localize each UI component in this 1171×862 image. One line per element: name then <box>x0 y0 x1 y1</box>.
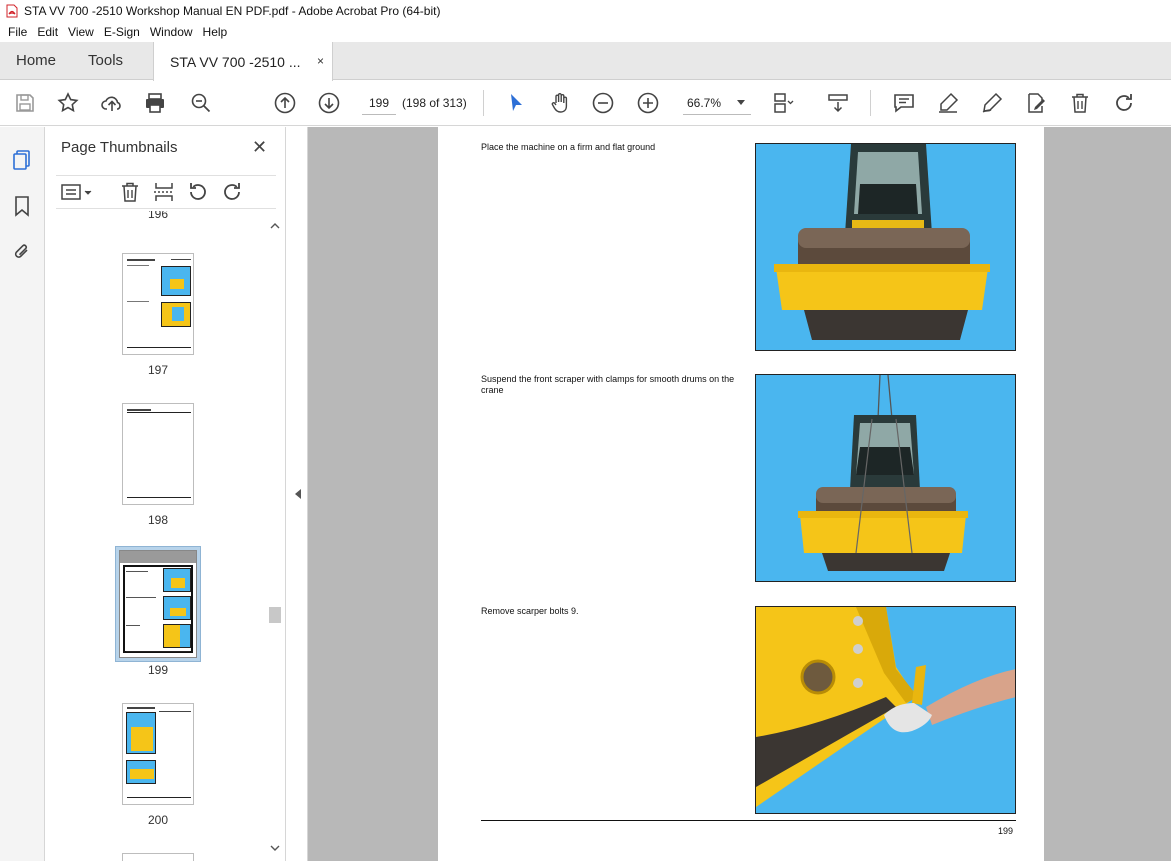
main-toolbar: 199 (198 of 313) 66.7% <box>0 81 1171 126</box>
step-text-3: Remove scarper bolts 9. <box>481 606 579 616</box>
thumbnail-label-198: 198 <box>147 513 169 527</box>
acrobat-icon <box>6 4 18 18</box>
thumbnail-page-200[interactable] <box>122 703 194 805</box>
page-layout-icon[interactable] <box>771 91 795 115</box>
rotate-right-icon[interactable] <box>220 180 244 204</box>
zoom-search-icon[interactable] <box>189 91 213 115</box>
highlight-pen-icon[interactable] <box>936 91 960 115</box>
page-count: (198 of 313) <box>402 96 467 110</box>
tab-document[interactable]: STA VV 700 -2510 ... × <box>153 42 334 81</box>
page-thumbnails-icon[interactable] <box>11 149 33 171</box>
pdf-page: Place the machine on a firm and flat gro… <box>438 127 1044 861</box>
photo-machine-on-ground <box>755 143 1016 351</box>
previous-page-icon[interactable] <box>273 91 297 115</box>
thumbnail-label-197: 197 <box>147 363 169 377</box>
bookmark-icon[interactable] <box>11 195 33 217</box>
menu-help[interactable]: Help <box>198 25 233 39</box>
insert-page-icon[interactable] <box>152 180 176 204</box>
hand-tool-icon[interactable] <box>548 91 572 115</box>
delete-icon[interactable] <box>1068 91 1092 115</box>
tab-document-label: STA VV 700 -2510 ... <box>170 53 301 70</box>
toolbar-divider <box>483 90 484 116</box>
rotate-icon[interactable] <box>1112 91 1136 115</box>
step-text-2: Suspend the front scraper with clamps fo… <box>481 374 735 395</box>
options-menu-icon[interactable] <box>60 180 94 204</box>
attachment-icon[interactable] <box>11 241 33 263</box>
chevron-down-icon <box>737 100 745 105</box>
title-bar: STA VV 700 -2510 Workshop Manual EN PDF.… <box>0 0 1171 22</box>
menu-edit[interactable]: Edit <box>32 25 63 39</box>
thumbnail-page-199[interactable] <box>119 550 197 658</box>
navigation-rail <box>0 127 45 861</box>
thumbnail-page-201[interactable] <box>122 853 194 861</box>
page-number-input[interactable]: 199 <box>362 91 396 115</box>
zoom-select[interactable]: 66.7% <box>683 91 751 115</box>
photo-remove-scraper-bolts <box>755 606 1016 814</box>
menu-file[interactable]: File <box>0 25 32 39</box>
star-icon[interactable] <box>56 91 80 115</box>
panel-collapse-strip[interactable] <box>287 127 308 861</box>
thumbnail-scrollbar[interactable] <box>268 219 282 859</box>
thumbnails-panel: Page Thumbnails ✕ 196 197 198 199 200 <box>46 127 286 861</box>
page-footer-line <box>481 820 1016 821</box>
panel-toolbar <box>56 175 276 209</box>
thumbnail-label-199: 199 <box>147 663 169 677</box>
collapse-arrow-icon[interactable] <box>294 488 302 500</box>
tab-bar: Home Tools STA VV 700 -2510 ... × <box>0 42 1171 81</box>
delete-page-icon[interactable] <box>118 180 142 204</box>
thumbnail-page-197[interactable] <box>122 253 194 355</box>
print-icon[interactable] <box>143 91 167 115</box>
next-page-icon[interactable] <box>317 91 341 115</box>
window-title: STA VV 700 -2510 Workshop Manual EN PDF.… <box>24 4 441 18</box>
edit-pdf-icon[interactable] <box>1024 91 1048 115</box>
thumbnail-label-200: 200 <box>147 813 169 827</box>
step-text-1: Place the machine on a firm and flat gro… <box>481 142 656 152</box>
tab-home[interactable]: Home <box>0 42 72 79</box>
zoom-out-icon[interactable] <box>591 91 615 115</box>
menu-view[interactable]: View <box>63 25 99 39</box>
tab-tools[interactable]: Tools <box>72 42 139 79</box>
zoom-value: 66.7% <box>687 96 722 110</box>
toolbar-divider <box>870 90 871 116</box>
photo-scraper-on-crane <box>755 374 1016 582</box>
zoom-in-icon[interactable] <box>636 91 660 115</box>
scroll-mode-icon[interactable] <box>826 91 850 115</box>
upload-cloud-icon[interactable] <box>100 91 124 115</box>
menu-bar: File Edit View E-Sign Window Help <box>0 22 1171 42</box>
comment-icon[interactable] <box>892 91 916 115</box>
document-view[interactable]: Place the machine on a firm and flat gro… <box>308 127 1171 861</box>
draw-sign-icon[interactable] <box>980 91 1004 115</box>
page-footer-number: 199 <box>998 826 1014 836</box>
tab-close-icon[interactable]: × <box>317 54 324 68</box>
menu-window[interactable]: Window <box>145 25 198 39</box>
thumbnail-label-196: 196 <box>147 211 169 219</box>
save-icon[interactable] <box>13 91 37 115</box>
rotate-left-icon[interactable] <box>186 180 210 204</box>
menu-esign[interactable]: E-Sign <box>99 25 145 39</box>
select-pointer-icon[interactable] <box>504 91 528 115</box>
panel-title: Page Thumbnails <box>61 139 178 156</box>
thumbnail-list: 196 197 198 199 200 <box>56 211 268 861</box>
close-icon[interactable]: ✕ <box>252 137 267 158</box>
thumbnail-page-198[interactable] <box>122 403 194 505</box>
